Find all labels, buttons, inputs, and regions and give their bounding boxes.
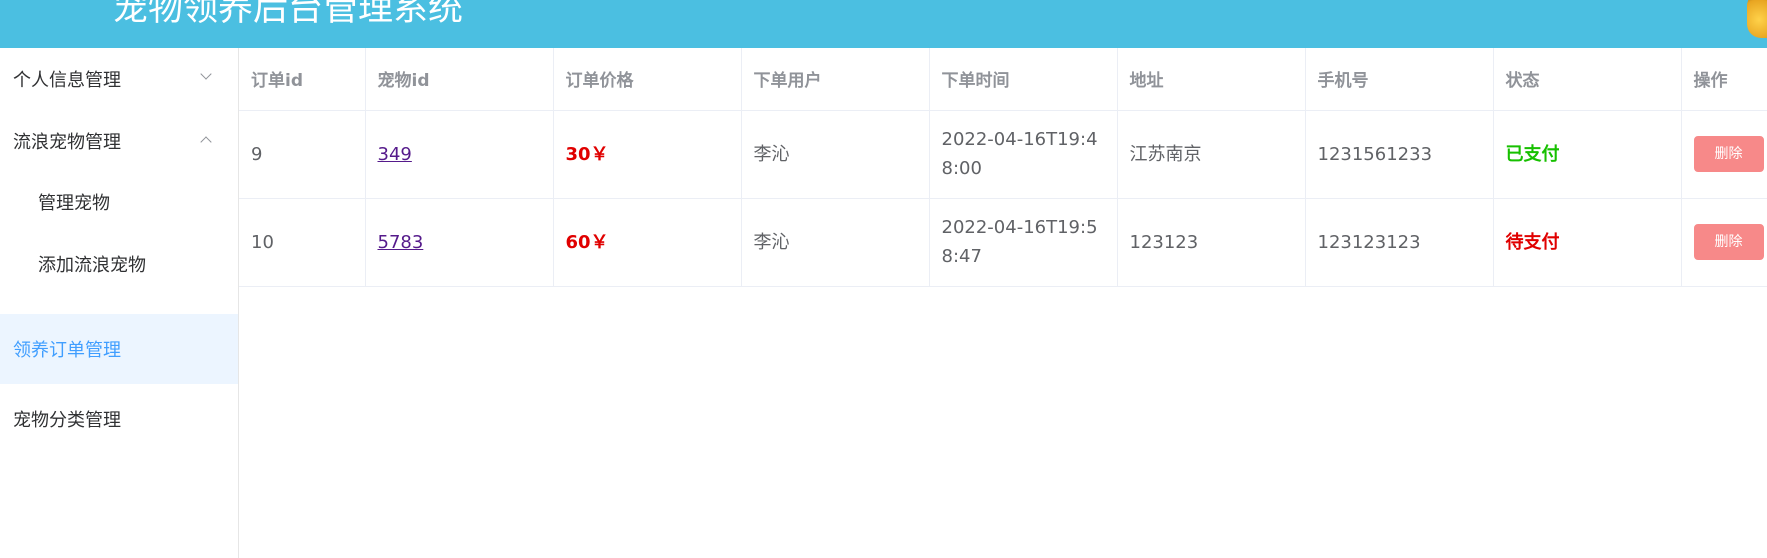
sidebar-item-label: 宠物分类管理 <box>13 410 121 431</box>
sidebar-item-label: 领养订单管理 <box>13 340 121 361</box>
cell-actions: 删除 <box>1681 198 1767 287</box>
price-value: 30￥ <box>565 143 609 165</box>
orders-table-container: 订单id 宠物id 订单价格 下单用户 下单时间 地址 手机号 状态 操作 9 … <box>239 48 1767 558</box>
cell-user: 李沁 <box>741 198 930 287</box>
app-title: 宠物领养后台管理系统 <box>113 0 464 29</box>
cell-pet-id: 349 <box>365 110 554 199</box>
cell-price: 30￥ <box>553 110 742 199</box>
sidebar-item-label: 管理宠物 <box>38 193 110 214</box>
cell-phone: 123123123 <box>1305 198 1494 287</box>
cell-status: 已支付 <box>1493 110 1682 199</box>
cell-price: 60￥ <box>553 198 742 287</box>
cell-order-time: 2022-04-16T19:48:00 <box>929 110 1118 199</box>
table-row: 10 5783 60￥ 李沁 2022-04-16T19:58:47 12312… <box>239 198 1767 287</box>
cell-address: 江苏南京 <box>1117 110 1306 199</box>
column-header-order-time: 下单时间 <box>929 48 1118 111</box>
column-header-address: 地址 <box>1117 48 1306 111</box>
delete-button[interactable]: 删除 <box>1693 224 1764 260</box>
delete-button[interactable]: 删除 <box>1693 136 1764 172</box>
cell-user: 李沁 <box>741 110 930 199</box>
column-header-phone: 手机号 <box>1305 48 1494 111</box>
price-value: 60￥ <box>565 231 609 253</box>
column-header-order-price: 订单价格 <box>553 48 742 111</box>
cell-status: 待支付 <box>1493 198 1682 287</box>
cell-order-id: 9 <box>239 110 366 199</box>
sidebar-item-add-stray-pet[interactable]: 添加流浪宠物 <box>0 234 238 296</box>
cell-pet-id: 5783 <box>365 198 554 287</box>
pet-id-link[interactable]: 5783 <box>378 232 424 253</box>
sidebar-item-stray-pets[interactable]: 流浪宠物管理 <box>0 110 238 172</box>
status-badge: 待支付 <box>1505 231 1560 253</box>
avatar[interactable] <box>1747 0 1767 38</box>
sidebar-item-manage-pets[interactable]: 管理宠物 <box>0 172 238 234</box>
column-header-order-id: 订单id <box>239 48 366 111</box>
sidebar-item-label: 个人信息管理 <box>13 70 121 91</box>
pet-id-link[interactable]: 349 <box>378 144 412 165</box>
sidebar-item-profile[interactable]: 个人信息管理 <box>0 48 238 110</box>
cell-order-time: 2022-04-16T19:58:47 <box>929 198 1118 287</box>
chevron-down-icon <box>200 68 212 80</box>
column-header-user: 下单用户 <box>741 48 930 111</box>
column-header-status: 状态 <box>1493 48 1682 111</box>
cell-order-id: 10 <box>239 198 366 287</box>
column-header-pet-id: 宠物id <box>365 48 554 111</box>
column-header-actions: 操作 <box>1681 48 1767 111</box>
status-badge: 已支付 <box>1505 143 1560 165</box>
cell-address: 123123 <box>1117 198 1306 287</box>
sidebar-item-pet-categories[interactable]: 宠物分类管理 <box>0 384 238 454</box>
cell-phone: 1231561233 <box>1305 110 1494 199</box>
sidebar-item-adoption-orders[interactable]: 领养订单管理 <box>0 314 238 384</box>
table-header-row: 订单id 宠物id 订单价格 下单用户 下单时间 地址 手机号 状态 操作 <box>239 48 1767 111</box>
table-row: 9 349 30￥ 李沁 2022-04-16T19:48:00 江苏南京 12… <box>239 110 1767 199</box>
sidebar: 个人信息管理 流浪宠物管理 管理宠物 添加流浪宠物 领养订单管理 宠物分类管理 <box>0 48 239 558</box>
chevron-up-icon <box>200 136 212 148</box>
cell-actions: 删除 <box>1681 110 1767 199</box>
orders-table: 订单id 宠物id 订单价格 下单用户 下单时间 地址 手机号 状态 操作 9 … <box>239 48 1767 287</box>
sidebar-item-label: 添加流浪宠物 <box>38 255 146 276</box>
app-header: 宠物领养后台管理系统 <box>0 0 1767 48</box>
sidebar-item-label: 流浪宠物管理 <box>13 132 121 153</box>
